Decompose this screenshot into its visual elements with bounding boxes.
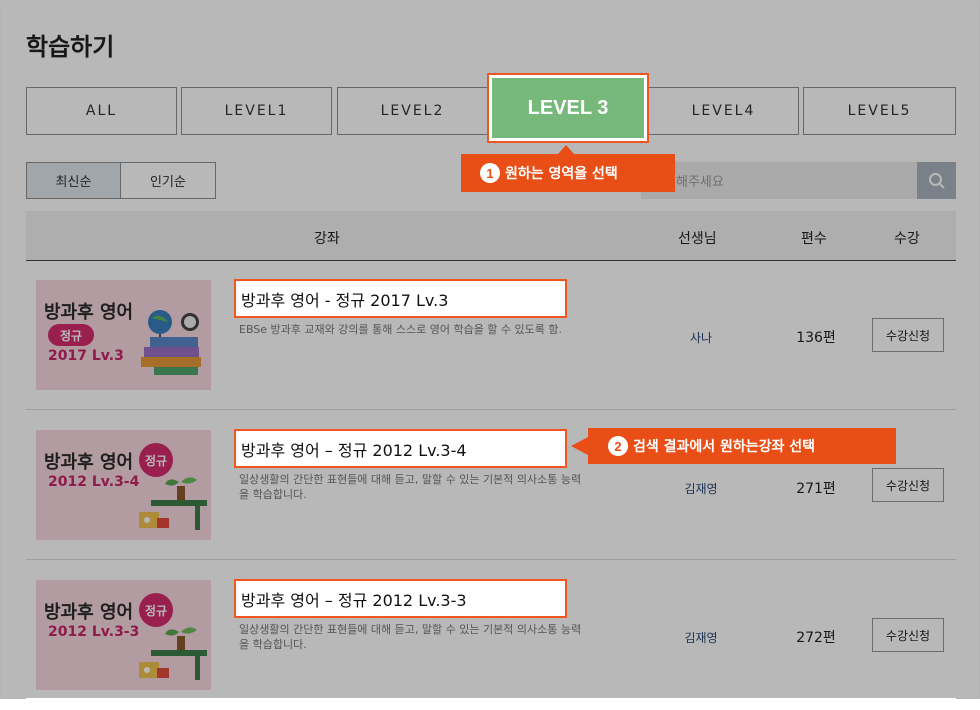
tab-level3[interactable]: LEVEL 3 (492, 78, 644, 138)
callout-1-pointer (558, 145, 574, 154)
callout-2-text: 검색 결과에서 원하는강좌 선택 (633, 439, 816, 455)
course-title[interactable]: 방과후 영어 - 정규 2017 Lv.3 (234, 279, 567, 318)
callout-2-number: 2 (608, 436, 628, 456)
course-title[interactable]: 방과후 영어 – 정규 2012 Lv.3-3 (234, 579, 567, 618)
tab-level3-highlight[interactable]: LEVEL 3 (487, 73, 649, 143)
callout-2: 2 검색 결과에서 원하는강좌 선택 (588, 428, 896, 464)
callout-2-pointer (571, 437, 588, 455)
callout-1: 1 원하는 영역을 선택 (461, 154, 675, 192)
course-title[interactable]: 방과후 영어 – 정규 2012 Lv.3-4 (234, 429, 567, 468)
callout-1-number: 1 (480, 163, 500, 183)
callout-1-text: 원하는 영역을 선택 (505, 166, 618, 182)
